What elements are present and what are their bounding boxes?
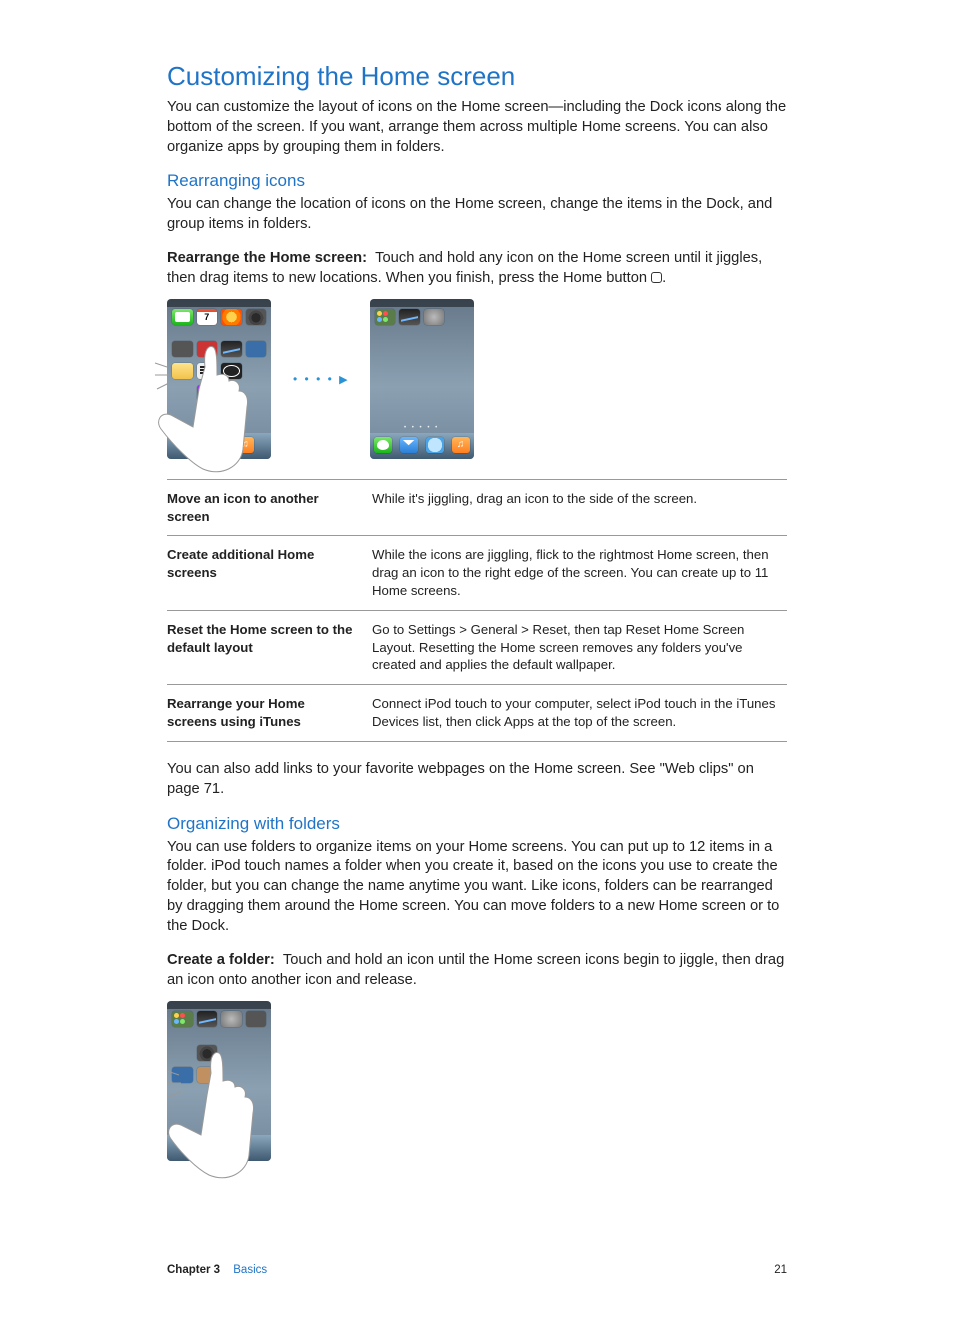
folders-paragraph: You can use folders to organize items on… <box>167 838 787 937</box>
rearranging-heading: Rearranging icons <box>167 171 787 191</box>
after-table-paragraph: You can also add links to your favorite … <box>167 760 787 800</box>
table-term: Rearrange your Home screens using iTunes <box>167 685 372 742</box>
rearrange-task: Rearrange the Home screen: Touch and hol… <box>167 249 787 289</box>
create-folder-task-label: Create a folder: <box>167 952 275 968</box>
rearrange-illustration: • • • • ▶ • • • • • <box>167 299 787 459</box>
create-folder-task: Create a folder: Touch and hold an icon … <box>167 951 787 991</box>
folders-heading: Organizing with folders <box>167 814 787 834</box>
rearrange-task-text-b: . <box>662 270 666 286</box>
table-row: Reset the Home screen to the default lay… <box>167 610 787 684</box>
arrow-icon: • • • • ▶ <box>293 372 348 386</box>
rearrange-task-label: Rearrange the Home screen: <box>167 250 367 266</box>
section-heading: Customizing the Home screen <box>167 62 787 92</box>
illustration-after: • • • • • <box>370 299 474 459</box>
page-footer: Chapter 3 Basics 21 <box>167 1264 787 1276</box>
home-button-icon <box>651 272 662 283</box>
table-desc: While the icons are jiggling, flick to t… <box>372 536 787 610</box>
footer-chapter-label: Chapter 3 <box>167 1264 220 1276</box>
web-clips-link[interactable]: Web clips <box>665 761 728 777</box>
rearranging-paragraph: You can change the location of icons on … <box>167 195 787 235</box>
options-table: Move an icon to another screen While it'… <box>167 479 787 742</box>
table-term: Move an icon to another screen <box>167 479 372 536</box>
table-desc: Go to Settings > General > Reset, then t… <box>372 610 787 684</box>
after-table-text-a: You can also add links to your favorite … <box>167 761 665 777</box>
footer-left: Chapter 3 Basics <box>167 1264 267 1276</box>
table-term: Reset the Home screen to the default lay… <box>167 610 372 684</box>
illustration-before <box>167 299 271 459</box>
after-table-text-c: . <box>220 781 224 797</box>
page-content: Customizing the Home screen You can cust… <box>167 62 787 1181</box>
footer-page-number: 21 <box>774 1264 787 1276</box>
intro-paragraph: You can customize the layout of icons on… <box>167 98 787 158</box>
table-term: Create additional Home screens <box>167 536 372 610</box>
table-row: Rearrange your Home screens using iTunes… <box>167 685 787 742</box>
footer-chapter-title: Basics <box>233 1264 267 1276</box>
table-desc: Connect iPod touch to your computer, sel… <box>372 685 787 742</box>
table-desc: While it's jiggling, drag an icon to the… <box>372 479 787 536</box>
table-row: Create additional Home screens While the… <box>167 536 787 610</box>
table-row: Move an icon to another screen While it'… <box>167 479 787 536</box>
create-folder-illustration: • • • • <box>167 1001 285 1181</box>
page-ref-link[interactable]: 71 <box>204 781 220 797</box>
